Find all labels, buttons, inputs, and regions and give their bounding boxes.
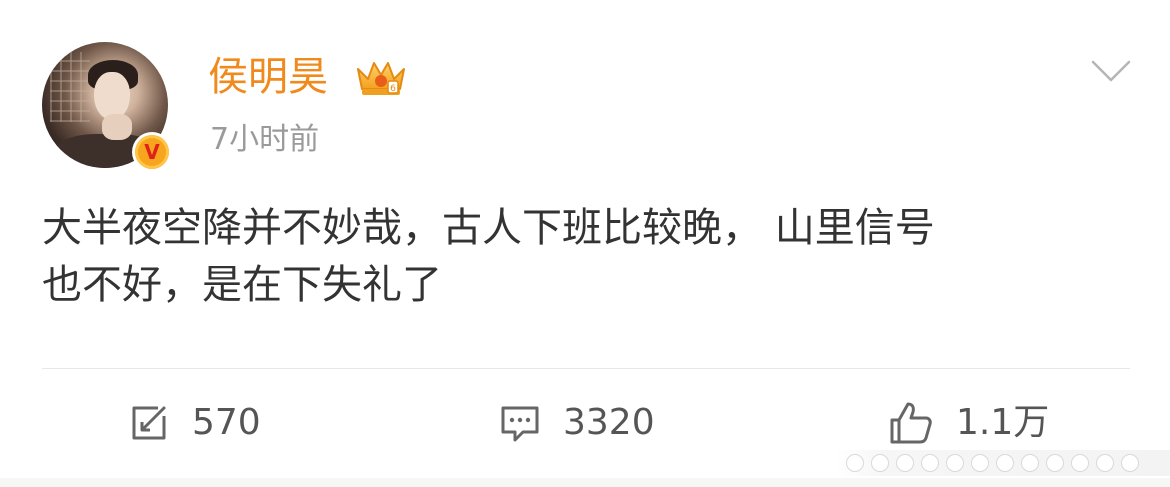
pager-dot[interactable] — [996, 454, 1014, 472]
post-timestamp: 7小时前 — [210, 122, 320, 157]
svg-text:6: 6 — [390, 84, 396, 94]
pager-dot[interactable] — [846, 454, 864, 472]
post-content: 大半夜空降并不妙哉，古人下班比较晚， 山里信号 也不好，是在下失礼了 — [42, 200, 1132, 314]
image-pager — [836, 450, 1170, 476]
author-avatar[interactable]: V — [42, 42, 172, 172]
crown-icon[interactable]: 6 — [352, 55, 410, 99]
pager-dot[interactable] — [946, 454, 964, 472]
divider — [42, 368, 1130, 369]
post-text-line: 大半夜空降并不妙哉，古人下班比较晚， 山里信号 — [42, 205, 935, 251]
comment-icon — [501, 406, 539, 442]
like-count: 1.1万 — [956, 402, 1050, 443]
pager-dot[interactable] — [1071, 454, 1089, 472]
weibo-post-card: V 侯明昊 6 7小时前 大半夜空降并不妙哉，古人下班比较晚， 山里信号 也不好… — [0, 0, 1170, 487]
repost-icon — [132, 406, 166, 440]
pager-dot[interactable] — [1046, 454, 1064, 472]
pager-dot[interactable] — [1021, 454, 1039, 472]
chevron-down-icon[interactable] — [1090, 58, 1132, 84]
thumbs-up-icon — [890, 402, 932, 444]
like-button[interactable]: 1.1万 — [888, 398, 1049, 448]
pager-dot[interactable] — [871, 454, 889, 472]
pager-dot[interactable] — [896, 454, 914, 472]
pager-dot[interactable] — [1096, 454, 1114, 472]
comment-button[interactable]: 3320 — [499, 398, 655, 448]
repost-button[interactable]: 570 — [128, 398, 261, 448]
pager-dot[interactable] — [1121, 454, 1139, 472]
author-name[interactable]: 侯明昊 — [208, 52, 328, 102]
bottom-edge — [0, 478, 1170, 487]
repost-count: 570 — [192, 402, 261, 443]
verified-badge-icon: V — [132, 132, 172, 172]
pager-dot[interactable] — [921, 454, 939, 472]
pager-dot[interactable] — [971, 454, 989, 472]
post-text-line: 也不好，是在下失礼了 — [42, 262, 442, 308]
comment-count: 3320 — [563, 402, 655, 443]
